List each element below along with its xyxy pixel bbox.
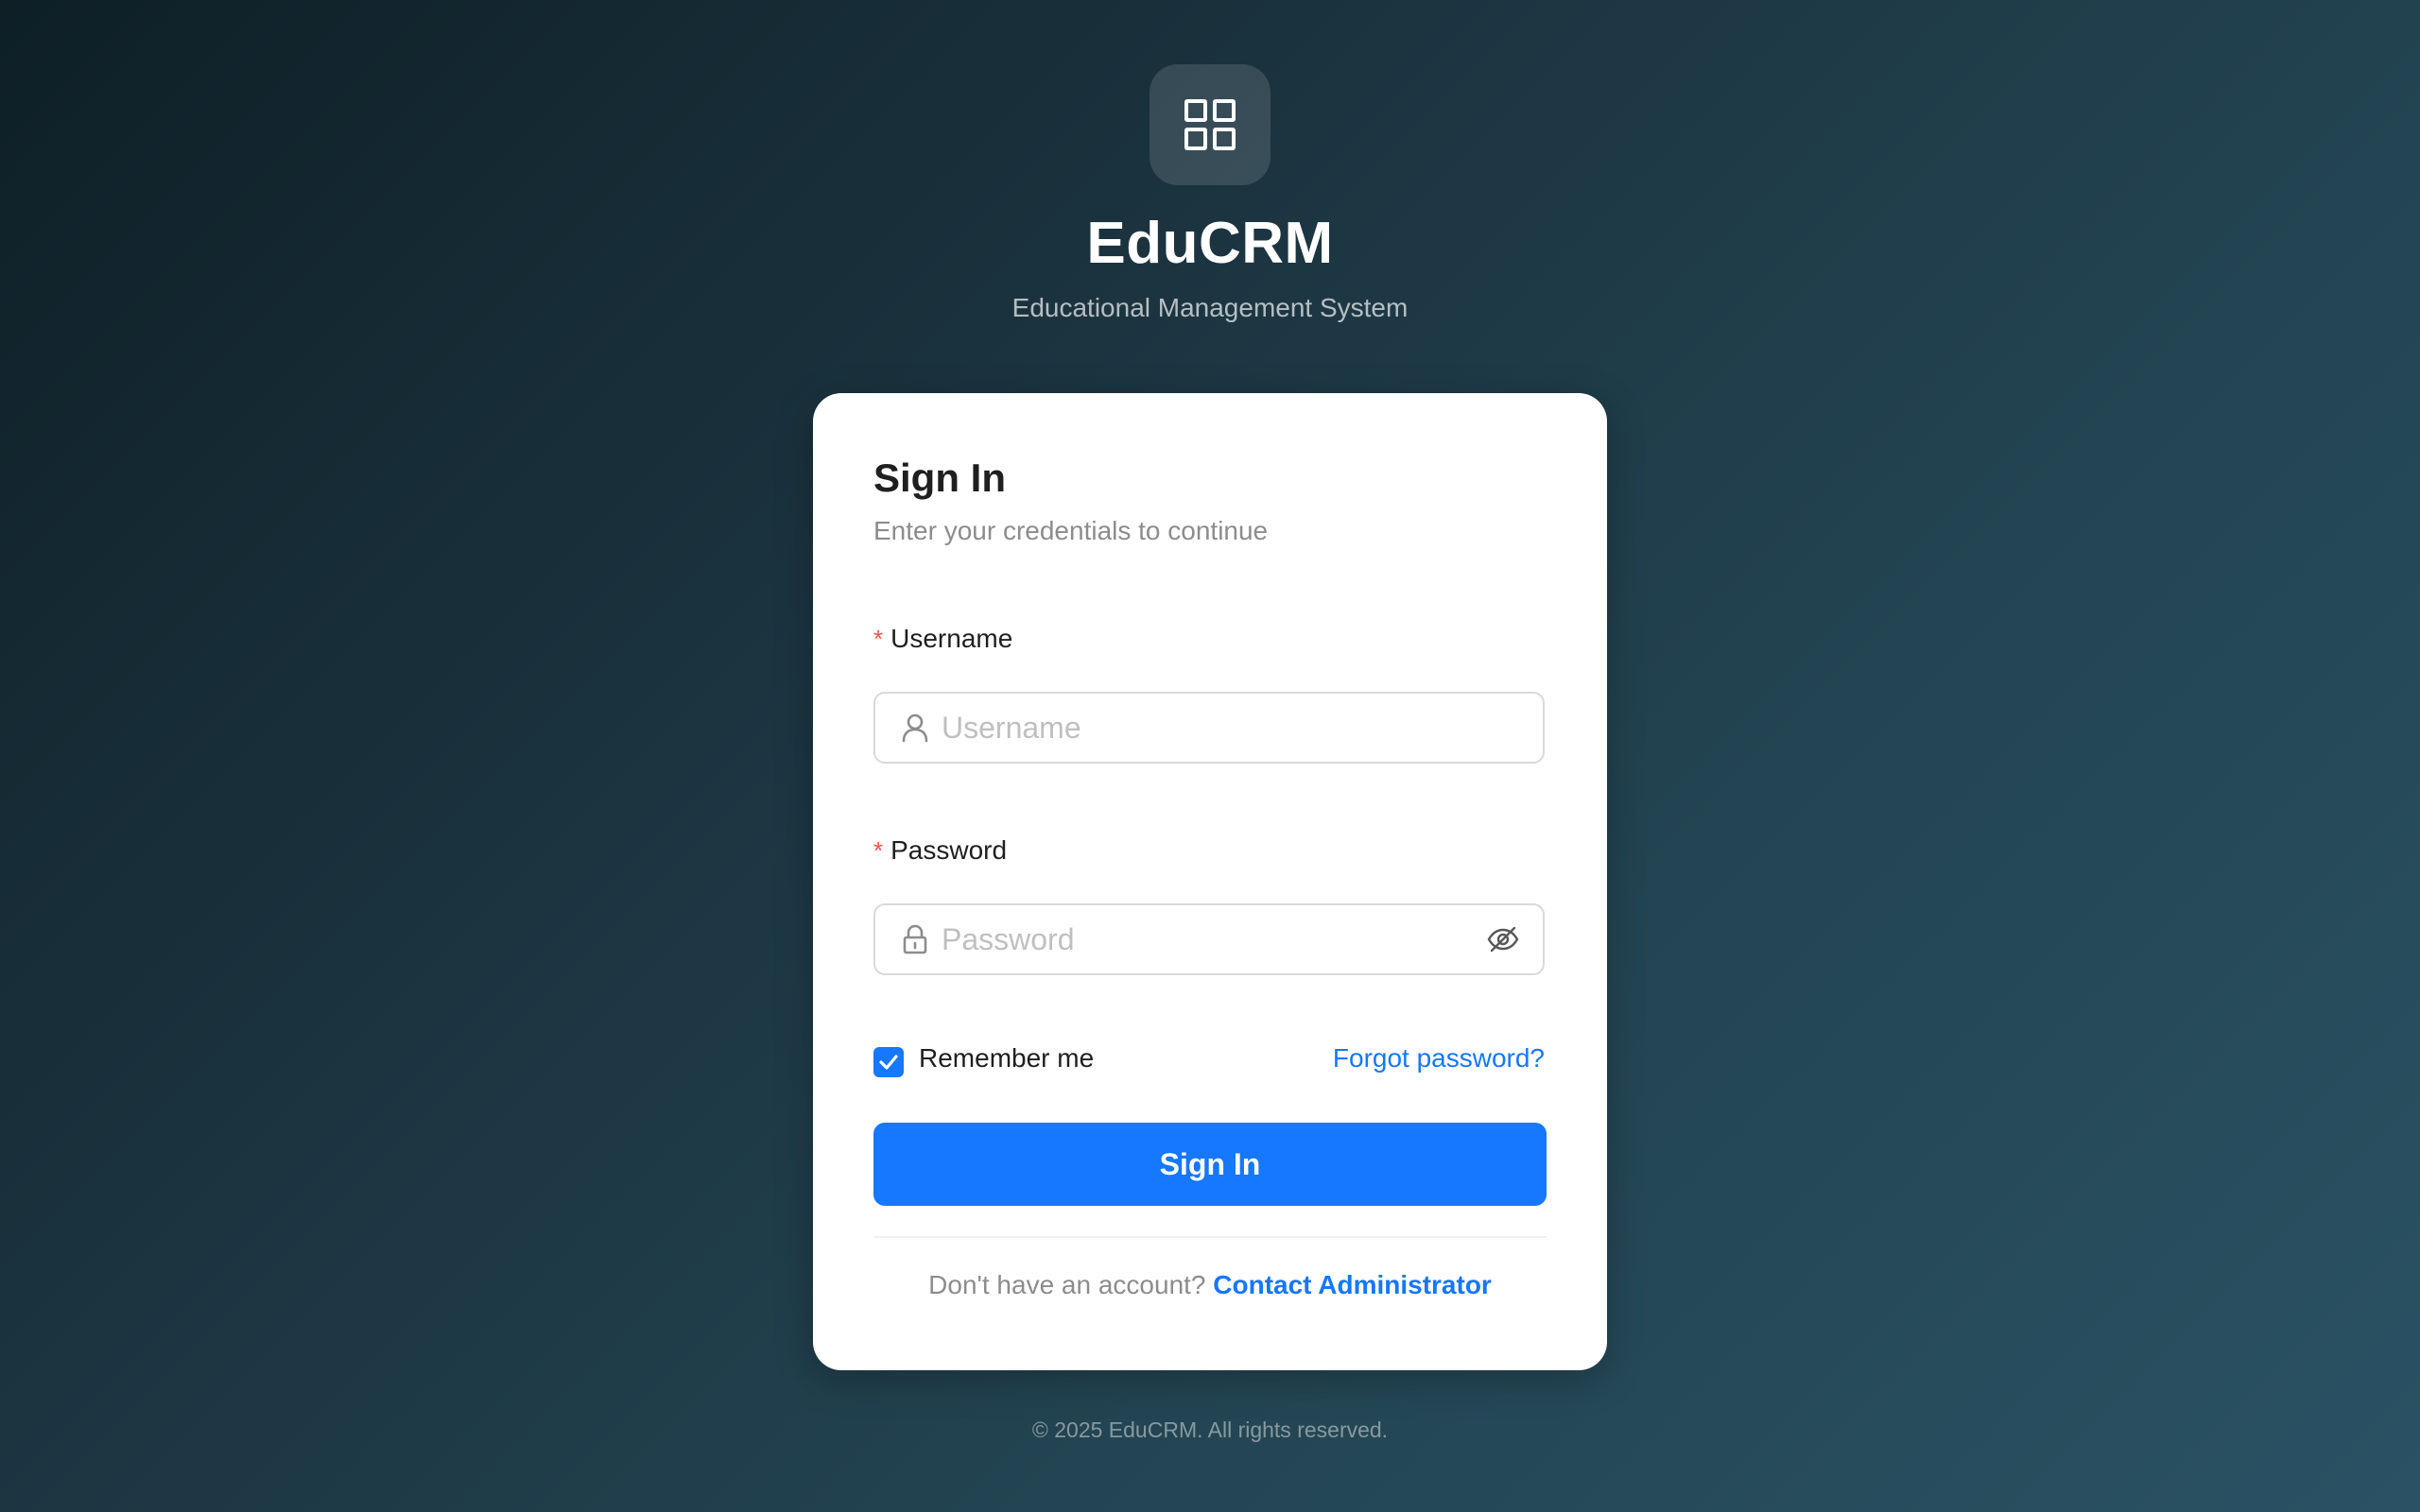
copyright-text: © 2025 EduCRM. All rights reserved. (1031, 1418, 1389, 1442)
username-label-text: Username (890, 624, 1013, 653)
required-mark: * (873, 836, 884, 865)
user-icon (898, 713, 932, 743)
remember-me-label[interactable]: Remember me (919, 1043, 1094, 1074)
app-logo (1150, 64, 1270, 185)
login-title: Sign In (873, 455, 1006, 500)
username-field[interactable] (873, 692, 1545, 764)
forgot-password-link[interactable]: Forgot password? (1323, 1043, 1545, 1074)
password-label-text: Password (890, 835, 1008, 865)
eye-invisible-icon[interactable] (1484, 925, 1522, 954)
account-prompt: Don't have an account? Contact Administr… (813, 1270, 1607, 1300)
login-card: Sign In Enter your credentials to contin… (813, 393, 1607, 1370)
login-subtitle: Enter your credentials to continue (873, 516, 1269, 545)
lock-icon (898, 924, 932, 954)
password-label: * Password (873, 835, 1007, 866)
username-input[interactable] (942, 710, 1543, 746)
contact-administrator-link[interactable]: Contact Administrator (1213, 1270, 1492, 1299)
username-label: * Username (873, 624, 1012, 654)
app-subtitle: Educational Management System (1011, 293, 1409, 322)
divider (873, 1236, 1547, 1238)
required-mark: * (873, 625, 884, 653)
password-input[interactable] (942, 921, 1484, 957)
sign-in-button[interactable]: Sign In (873, 1123, 1547, 1206)
app-title: EduCRM (1086, 211, 1334, 276)
remember-me-checkbox[interactable] (873, 1047, 904, 1077)
password-field[interactable] (873, 903, 1545, 975)
account-prompt-text: Don't have an account? (928, 1270, 1206, 1299)
grid-apps-icon (1184, 99, 1236, 150)
checkmark-icon (879, 1055, 898, 1070)
